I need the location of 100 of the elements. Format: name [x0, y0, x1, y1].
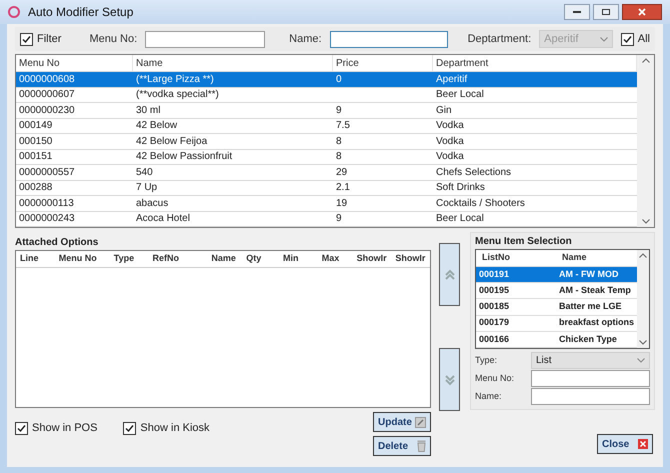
table-row[interactable]: 0000000557 540 29 Chefs Selections [16, 165, 637, 180]
minimize-button[interactable] [564, 4, 590, 20]
delete-button[interactable]: Delete [373, 436, 431, 456]
table-cell-text: 000179 [478, 316, 510, 330]
column-header[interactable]: Name [207, 251, 242, 267]
column-header[interactable]: Line [16, 251, 55, 267]
column-header[interactable]: RefNo [148, 251, 208, 267]
scroll-bar[interactable] [637, 55, 654, 227]
table-cell-text: Acoca Hotel [135, 212, 191, 226]
table-cell-text: AM - Steak Temp [558, 284, 632, 297]
checkbox-label: Show in POS [32, 421, 98, 436]
column-header[interactable]: Qty [242, 251, 280, 267]
double-chevron-down-icon [444, 374, 456, 386]
table-row[interactable]: 000185 Batter me LGE [476, 299, 638, 316]
name-field[interactable] [531, 388, 650, 405]
table-cell-text: Cocktails / Shooters [435, 196, 526, 210]
table-cell-text: Aperitif [435, 72, 468, 86]
close-icon [638, 439, 648, 449]
table-cell-text: 0000000113 [18, 196, 75, 210]
table-cell-text: Soft Drinks [435, 181, 486, 195]
option-checkbox[interactable] [15, 422, 28, 435]
table-row[interactable]: 000149 42 Below 7.5 Vodka [16, 118, 637, 134]
table-cell-text: abacus [135, 196, 170, 210]
table-cell-text: 000288 [18, 181, 54, 195]
field-label: Menu No: [89, 32, 138, 47]
checkbox-label: All [638, 32, 650, 47]
column-header[interactable]: Menu No [16, 55, 133, 71]
table-row[interactable]: 000179 breakfast options [476, 316, 638, 332]
app-icon [8, 6, 20, 18]
column-header[interactable]: Max [318, 251, 353, 267]
table-cell-text: 0 [335, 72, 343, 86]
table-cell-text: (**Large Pizza **) [135, 72, 215, 86]
table-cell-text: Vodka [435, 119, 465, 133]
table-cell-text: 000191 [478, 268, 510, 281]
caret-icon [600, 36, 608, 42]
column-header[interactable]: ListNo [476, 250, 556, 266]
table-cell-text: Vodka [435, 134, 465, 148]
table-cell-text: 540 [135, 166, 154, 180]
caret-icon [637, 358, 645, 363]
update-button[interactable]: Update [373, 412, 431, 432]
table-cell-text: 8 [335, 150, 343, 164]
table-row[interactable]: 000288 7 Up 2.1 Soft Drinks [16, 180, 637, 196]
column-header[interactable]: Min [279, 251, 318, 267]
option-checkbox[interactable] [123, 422, 136, 435]
table-row[interactable]: 0000000113 abacus 19 Cocktails / Shooters [16, 196, 637, 212]
table-cell-text: 000149 [18, 119, 54, 133]
window-title: Auto Modifier Setup [28, 4, 134, 21]
table-row[interactable]: 000166 Chicken Type [476, 332, 638, 348]
table-cell-text: Gin [435, 104, 453, 118]
table-cell-text: 0000000243 [18, 212, 76, 226]
field-label: Menu No: [475, 372, 516, 385]
close-window-button[interactable] [622, 4, 662, 20]
column-header[interactable]: Menu No [54, 251, 110, 267]
table-cell-text: Chefs Selections [435, 166, 512, 180]
edit-icon [415, 416, 426, 428]
type-dropdown[interactable]: List [531, 352, 650, 369]
maximize-button[interactable] [593, 4, 619, 20]
table-row[interactable]: 0000000608 (**Large Pizza **) 0 Aperitif [16, 72, 637, 88]
name-field[interactable] [330, 30, 448, 48]
move-up-button[interactable] [439, 243, 460, 306]
field-label: Deptartment: [468, 32, 532, 47]
filter-checkbox[interactable] [20, 32, 33, 46]
table-row[interactable]: 0000000607 (**vodka special**) Beer Local [16, 88, 637, 103]
column-header[interactable]: ShowIr [352, 251, 392, 267]
table-cell-text: Vodka [435, 150, 465, 164]
table-cell-text: 19 [335, 196, 348, 210]
scroll-bar[interactable] [637, 250, 649, 348]
double-chevron-up-icon [444, 268, 456, 280]
table-cell-text: 8 [335, 134, 343, 148]
column-header[interactable]: Price [333, 55, 433, 71]
table-cell-text: 30 ml [135, 104, 162, 118]
table-cell-text: 9 [335, 212, 343, 226]
section-title: Attached Options [15, 236, 100, 250]
table-row[interactable]: 0000000243 Acoca Hotel 9 Beer Local [16, 212, 637, 227]
table-cell-text: Batter me LGE [558, 300, 623, 314]
table-cell-text: 9 [335, 104, 343, 118]
table-cell-text: 7 Up [135, 181, 158, 195]
table-cell-text: 42 Below Feijoa [135, 134, 208, 148]
checkbox-label: Filter [37, 32, 62, 47]
column-header[interactable]: Type [110, 251, 148, 267]
table-cell-text: breakfast options [558, 316, 636, 330]
move-down-button[interactable] [439, 348, 460, 411]
column-header[interactable]: Name [556, 250, 638, 266]
table-row[interactable]: 000151 42 Below Passionfruit 8 Vodka [16, 150, 637, 165]
table-cell-text: Beer Local [435, 212, 485, 226]
table-cell-text: 0000000607 [18, 88, 76, 102]
table-cell-text: 0000000230 [18, 104, 76, 118]
menu-no-field[interactable] [145, 30, 266, 48]
field-label: Type: [475, 354, 498, 367]
section-title: Menu Item Selection [475, 235, 573, 249]
all-checkbox[interactable] [620, 32, 634, 46]
table-row[interactable]: 000191 AM - FW MOD [476, 266, 638, 283]
column-header[interactable]: ShowIr [391, 251, 430, 267]
table-row[interactable]: 000150 42 Below Feijoa 8 Vodka [16, 134, 637, 150]
column-header[interactable]: Name [133, 55, 333, 71]
table-cell-text: 2.1 [335, 181, 351, 195]
table-row[interactable]: 000195 AM - Steak Temp [476, 283, 638, 300]
menu-no-field[interactable] [531, 370, 650, 387]
table-row[interactable]: 0000000230 30 ml 9 Gin [16, 103, 637, 118]
close-button[interactable]: Close [597, 434, 653, 454]
